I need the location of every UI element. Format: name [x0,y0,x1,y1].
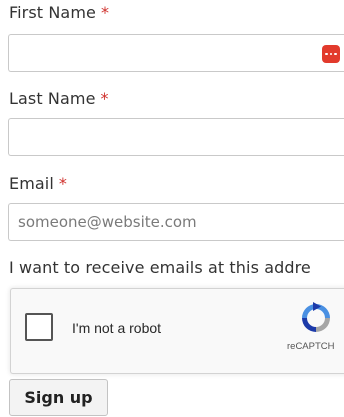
required-marker: * [58,174,67,193]
email-label-text: Email [9,174,54,193]
required-marker: * [100,89,109,108]
last-name-field-wrapper [8,118,344,156]
not-a-robot-checkbox[interactable] [25,313,53,341]
first-name-field-wrapper [8,34,344,72]
recaptcha-widget: I'm not a robot reCAPTCH [10,288,344,374]
first-name-input[interactable] [9,35,344,71]
recaptcha-brand-text: reCAPTCH [287,341,335,352]
recaptcha-logo-icon [302,302,330,332]
last-name-input[interactable] [9,119,344,155]
password-manager-icon[interactable] [322,45,340,63]
required-marker: * [100,3,110,22]
sign-up-button[interactable]: Sign up [9,379,108,416]
first-name-label: First Name * [9,3,109,22]
last-name-label: Last Name * [9,89,109,108]
email-label: Email * [9,174,67,193]
email-consent-text: I want to receive emails at this addre [9,258,311,277]
email-field-wrapper [8,203,344,241]
email-input[interactable] [9,204,344,240]
first-name-label-text: First Name [9,3,96,22]
not-a-robot-label: I'm not a robot [72,320,162,336]
last-name-label-text: Last Name [9,89,96,108]
